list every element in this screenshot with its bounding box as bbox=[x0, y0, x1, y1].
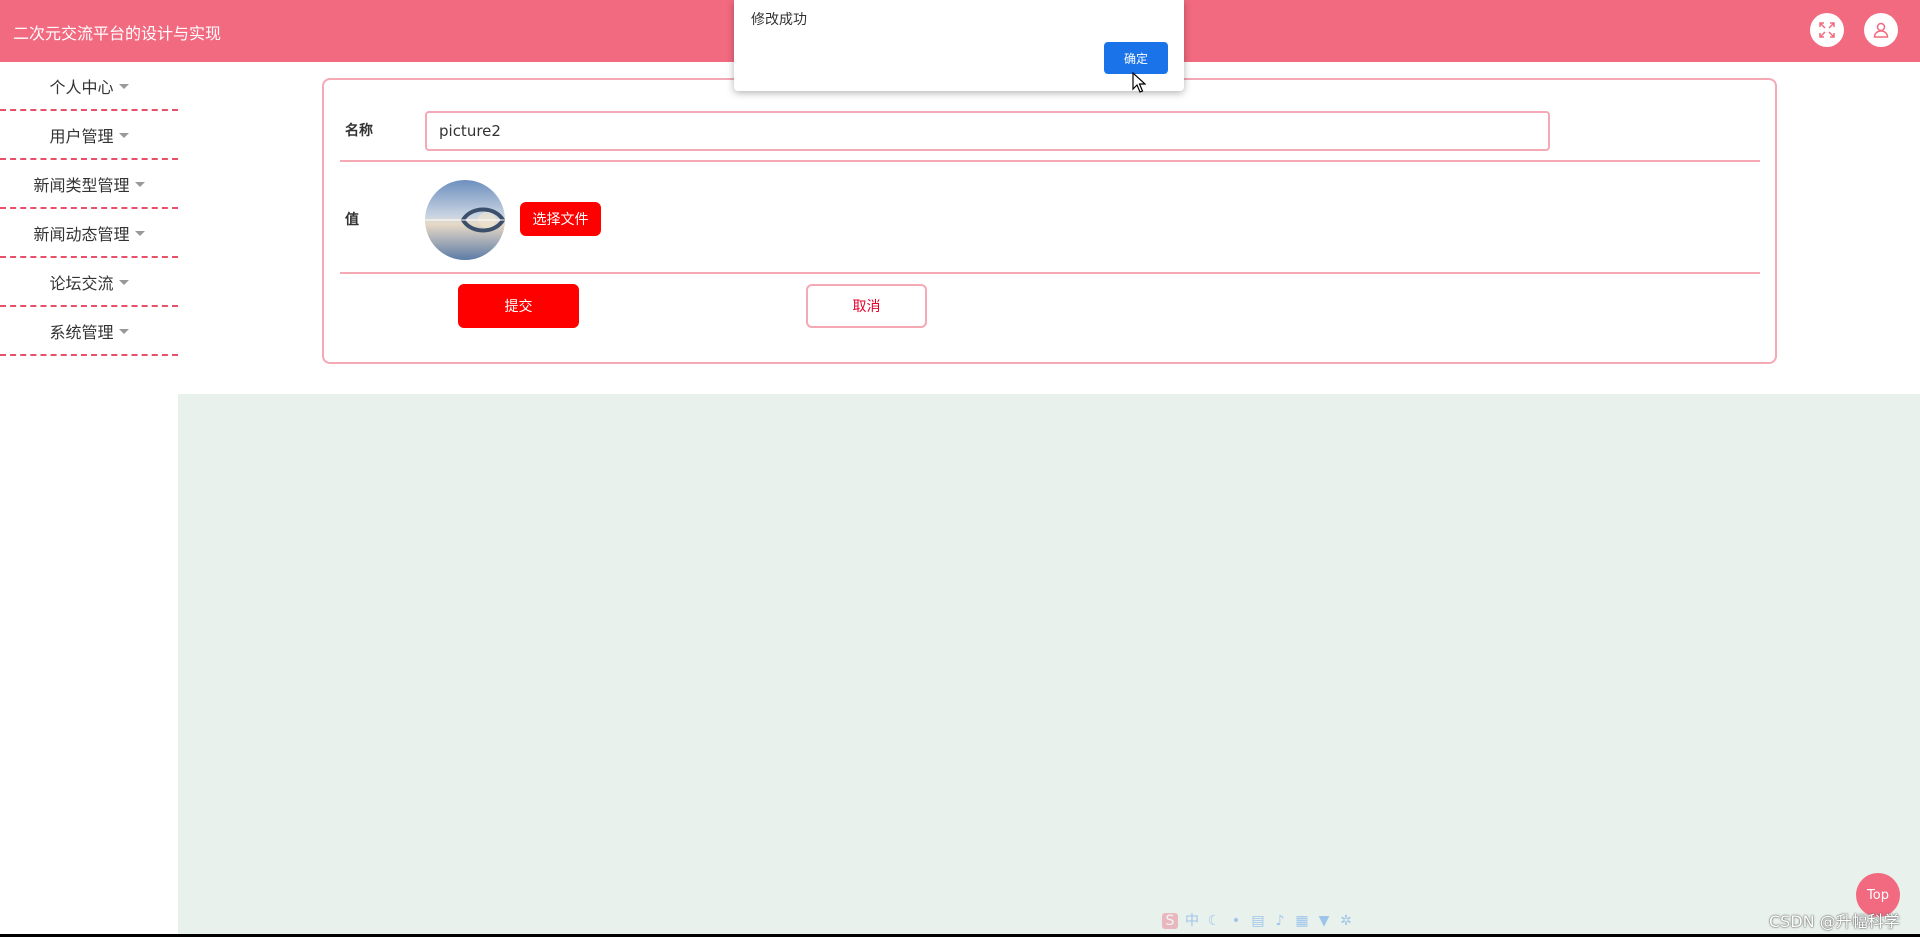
mouse-cursor-icon bbox=[1132, 72, 1146, 93]
edit-form-card: 名称 值 选择文件 提交 取消 bbox=[322, 78, 1777, 364]
alert-dialog: 修改成功 确定 bbox=[734, 0, 1184, 91]
sidebar-item-label: 新闻类型管理 bbox=[33, 175, 130, 195]
sidebar-item-label: 系统管理 bbox=[49, 322, 114, 342]
sidebar-item-system-management[interactable]: 系统管理 bbox=[0, 307, 178, 356]
sidebar-item-news-management[interactable]: 新闻动态管理 bbox=[0, 209, 178, 258]
skin-icon: ▼ bbox=[1318, 913, 1330, 929]
toolbox-icon: ▦ bbox=[1295, 913, 1309, 929]
submit-button[interactable]: 提交 bbox=[458, 284, 579, 328]
fullscreen-button[interactable] bbox=[1810, 13, 1844, 47]
ime-toolbar: S 中 ☾ • ▤ ♪ ▦ ▼ ✲ bbox=[1162, 910, 1354, 932]
name-label: 名称 bbox=[345, 123, 373, 139]
keyboard-icon: ▤ bbox=[1251, 913, 1265, 929]
sidebar-item-label: 用户管理 bbox=[49, 126, 114, 146]
caret-down-icon bbox=[118, 280, 129, 285]
choose-file-button[interactable]: 选择文件 bbox=[520, 202, 601, 236]
user-profile-button[interactable] bbox=[1864, 13, 1898, 47]
sidebar-item-forum[interactable]: 论坛交流 bbox=[0, 258, 178, 307]
punctuation-icon: • bbox=[1231, 913, 1241, 929]
ime-mode-label: 中 bbox=[1185, 913, 1199, 929]
dialog-message: 修改成功 bbox=[751, 12, 807, 28]
sidebar-item-label: 新闻动态管理 bbox=[33, 224, 130, 244]
ime-logo-icon: S bbox=[1162, 913, 1178, 929]
caret-down-icon bbox=[118, 84, 129, 89]
value-label: 值 bbox=[345, 212, 359, 228]
sidebar-item-user-management[interactable]: 用户管理 bbox=[0, 111, 178, 160]
moon-icon: ☾ bbox=[1207, 913, 1221, 929]
caret-down-icon bbox=[134, 231, 145, 236]
sidebar-menu: 个人中心 用户管理 新闻类型管理 新闻动态管理 论坛交流 系统管理 bbox=[0, 62, 178, 356]
sidebar-item-label: 论坛交流 bbox=[49, 273, 114, 293]
fullscreen-icon bbox=[1819, 22, 1835, 38]
caret-down-icon bbox=[118, 329, 129, 334]
dialog-ok-button[interactable]: 确定 bbox=[1104, 42, 1168, 74]
image-preview bbox=[425, 180, 505, 260]
watermark: CSDN @升幅科学 bbox=[1769, 912, 1900, 931]
voice-icon: ♪ bbox=[1275, 913, 1285, 929]
app-title: 二次元交流平台的设计与实现 bbox=[13, 24, 222, 43]
content-background bbox=[178, 394, 1920, 935]
sidebar-item-news-type-management[interactable]: 新闻类型管理 bbox=[0, 160, 178, 209]
cancel-button[interactable]: 取消 bbox=[806, 284, 927, 328]
settings-icon: ✲ bbox=[1340, 913, 1352, 929]
user-icon bbox=[1873, 22, 1889, 38]
sidebar-item-personal-center[interactable]: 个人中心 bbox=[0, 62, 178, 111]
name-input[interactable] bbox=[425, 111, 1550, 151]
sidebar-item-label: 个人中心 bbox=[49, 77, 114, 97]
caret-down-icon bbox=[134, 182, 145, 187]
caret-down-icon bbox=[118, 133, 129, 138]
form-row-value: 值 选择文件 bbox=[340, 164, 1760, 274]
form-row-name: 名称 bbox=[340, 80, 1760, 162]
